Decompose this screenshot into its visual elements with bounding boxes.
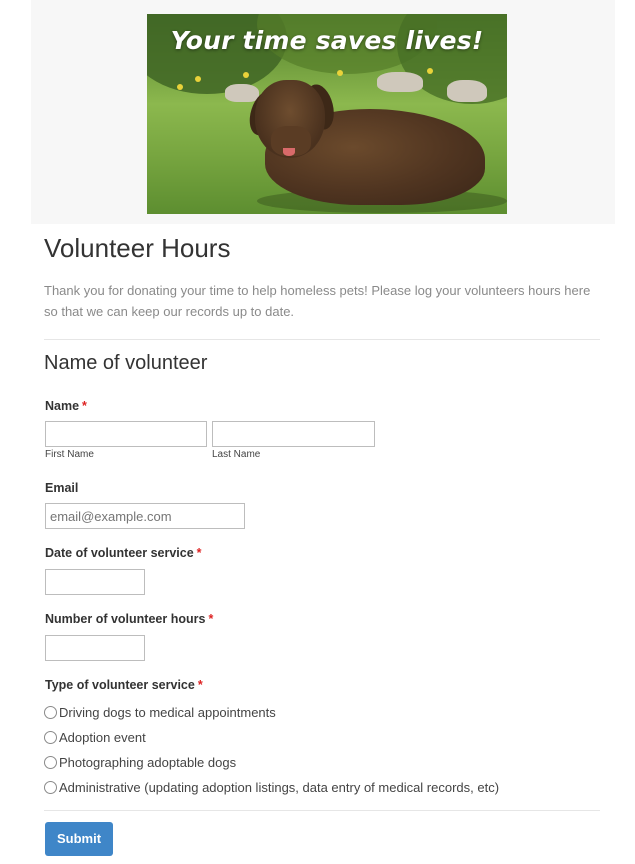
radio-button[interactable]	[44, 755, 57, 769]
hero-banner: Your time saves lives!	[31, 0, 615, 224]
hours-label: Number of volunteer hours *	[45, 612, 214, 626]
radio-label: Adoption event	[59, 729, 146, 745]
radio-label: Administrative (updating adoption listin…	[59, 779, 500, 795]
hours-input[interactable]	[45, 635, 145, 661]
first-name-sublabel: First Name	[45, 449, 94, 460]
radio-button[interactable]	[44, 705, 57, 719]
service-type-label: Type of volunteer service *	[45, 678, 203, 692]
radio-option-administrative[interactable]: Administrative (updating adoption listin…	[44, 778, 499, 796]
section-heading: Name of volunteer	[44, 352, 208, 374]
first-name-input[interactable]	[45, 421, 207, 447]
radio-label: Photographing adoptable dogs	[59, 754, 237, 770]
email-field[interactable]	[45, 503, 245, 529]
hero-caption: Your time saves lives!	[170, 26, 484, 55]
required-asterisk: *	[196, 546, 202, 560]
radio-button[interactable]	[44, 730, 57, 744]
name-label: Name *	[45, 399, 87, 413]
email-label: Email	[45, 481, 79, 495]
submit-button[interactable]: Submit	[45, 822, 113, 856]
radio-label: Driving dogs to medical appointments	[59, 704, 276, 720]
radio-button[interactable]	[44, 780, 57, 794]
required-asterisk: *	[82, 399, 87, 413]
required-asterisk: *	[197, 678, 203, 692]
date-input[interactable]	[45, 569, 145, 595]
intro-text: Thank you for donating your time to help…	[44, 283, 591, 319]
radio-option-photographing[interactable]: Photographing adoptable dogs	[44, 753, 236, 771]
last-name-sublabel: Last Name	[212, 449, 261, 460]
last-name-input[interactable]	[212, 421, 375, 447]
divider	[44, 810, 600, 811]
date-label: Date of volunteer service *	[45, 546, 202, 560]
page-title: Volunteer Hours	[44, 233, 231, 263]
radio-option-driving[interactable]: Driving dogs to medical appointments	[44, 703, 276, 721]
divider	[44, 339, 600, 340]
radio-option-adoption-event[interactable]: Adoption event	[44, 728, 146, 746]
required-asterisk: *	[208, 612, 214, 626]
hero-image: Your time saves lives!	[147, 14, 507, 214]
